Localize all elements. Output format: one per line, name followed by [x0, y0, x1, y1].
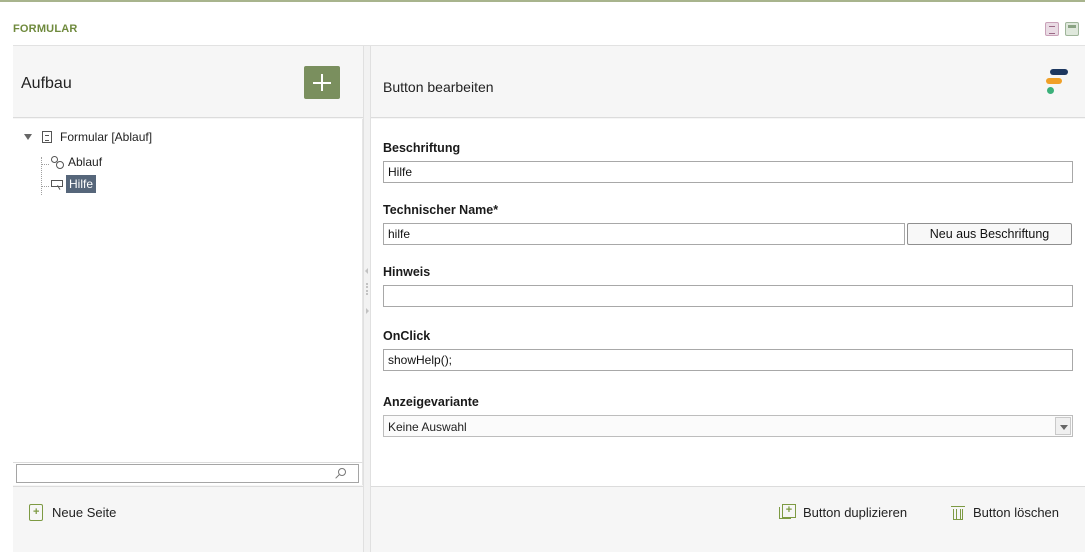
hinweis-label: Hinweis [383, 265, 431, 279]
select-value: Keine Auswahl [388, 420, 467, 434]
chevron-down-icon [1060, 425, 1068, 430]
gear-icon [51, 156, 64, 169]
anzeigevariante-select[interactable]: Keine Auswahl [383, 415, 1073, 437]
document-icon[interactable] [1045, 22, 1059, 36]
technischer-name-label: Technischer Name* [383, 203, 499, 217]
tree-search [13, 462, 363, 485]
technischer-name-input[interactable] [383, 223, 905, 245]
tree-connector [41, 186, 49, 187]
edit-footer: Button duplizieren Button löschen [371, 486, 1085, 552]
page-header: FORMULAR [0, 2, 1085, 40]
tree-node-label: Formular [Ablauf] [60, 130, 153, 144]
form-document-icon [42, 131, 52, 143]
search-icon[interactable] [338, 468, 346, 476]
duplicate-button[interactable]: Button duplizieren [779, 504, 907, 520]
tree-node-hilfe[interactable]: Hilfe [51, 175, 97, 193]
beschriftung-input[interactable] [383, 161, 1073, 183]
brand-logo-icon [1046, 69, 1068, 97]
collapse-left-icon[interactable] [365, 268, 368, 274]
tree-search-input[interactable] [16, 464, 359, 483]
page-title: FORMULAR [13, 23, 78, 35]
new-page-icon [29, 504, 43, 521]
duplicate-label: Button duplizieren [803, 504, 908, 520]
tree-node-ablauf[interactable]: Ablauf [51, 153, 102, 171]
button-icon [51, 179, 63, 189]
add-element-button[interactable] [304, 66, 340, 99]
collapse-right-icon[interactable] [366, 308, 369, 314]
onclick-input[interactable] [383, 349, 1073, 371]
tree-node-label: Ablauf [68, 155, 103, 169]
onclick-label: OnClick [383, 329, 431, 343]
edit-form: Beschriftung Technischer Name* Neu aus B… [371, 119, 1085, 486]
window-icon[interactable] [1065, 22, 1079, 36]
edit-pane: Button bearbeiten Beschriftung Technisch… [371, 46, 1085, 552]
structure-footer: Neue Seite [13, 486, 363, 542]
structure-pane: Aufbau Formular [Ablauf] Ablauf Hilfe Ne… [13, 46, 363, 542]
beschriftung-label: Beschriftung [383, 141, 461, 155]
delete-label: Button löschen [973, 504, 1060, 520]
structure-title: Aufbau [21, 75, 72, 92]
expand-arrow-icon[interactable] [24, 134, 32, 140]
edit-header: Button bearbeiten [371, 46, 1085, 118]
new-page-button[interactable]: Neue Seite [29, 504, 116, 521]
edit-title: Button bearbeiten [383, 79, 494, 95]
structure-tree: Formular [Ablauf] Ablauf Hilfe [13, 119, 363, 462]
new-page-label: Neue Seite [52, 505, 117, 520]
pane-splitter[interactable] [363, 46, 371, 552]
delete-button[interactable]: Button löschen [951, 504, 1059, 520]
tree-node-label: Hilfe [66, 175, 97, 193]
trash-icon [951, 504, 965, 520]
tree-node-root[interactable]: Formular [Ablauf] [24, 128, 152, 146]
hinweis-input[interactable] [383, 285, 1073, 307]
structure-header: Aufbau [13, 46, 363, 118]
drag-handle-icon[interactable] [366, 283, 368, 295]
dropdown-button[interactable] [1055, 417, 1071, 435]
tree-connector [41, 157, 42, 195]
anzeigevariante-label: Anzeigevariante [383, 395, 479, 409]
duplicate-icon [779, 504, 796, 520]
tree-connector [41, 164, 49, 165]
neu-aus-beschriftung-button[interactable]: Neu aus Beschriftung [907, 223, 1072, 245]
